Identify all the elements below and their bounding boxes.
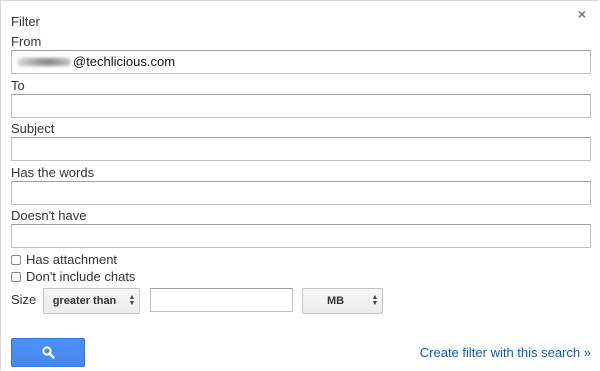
from-label: From bbox=[11, 34, 42, 49]
subject-label: Subject bbox=[11, 121, 55, 136]
from-field-value: @techlicious.com bbox=[73, 54, 176, 69]
redacted-username bbox=[17, 58, 71, 66]
create-filter-link[interactable]: Create filter with this search » bbox=[420, 345, 591, 360]
doesnt-have-field[interactable] bbox=[11, 224, 591, 248]
has-attachment-label: Has attachment bbox=[26, 252, 118, 267]
size-label: Size bbox=[11, 292, 37, 307]
up-down-arrows-icon: ▲ ▼ bbox=[128, 294, 136, 307]
to-field[interactable] bbox=[11, 94, 591, 118]
size-operator-select[interactable]: greater than ▲ ▼ bbox=[43, 288, 140, 314]
no-chats-label: Don't include chats bbox=[26, 269, 136, 284]
size-value-input[interactable] bbox=[150, 288, 293, 312]
subject-field[interactable] bbox=[11, 137, 591, 161]
has-attachment-option[interactable]: Has attachment bbox=[11, 252, 117, 267]
no-chats-option[interactable]: Don't include chats bbox=[11, 269, 135, 284]
search-icon bbox=[41, 346, 55, 359]
dialog-title: Filter bbox=[11, 14, 40, 29]
close-icon[interactable]: × bbox=[575, 7, 589, 21]
has-attachment-checkbox[interactable] bbox=[11, 254, 21, 265]
has-words-field[interactable] bbox=[11, 181, 591, 205]
from-field[interactable]: @techlicious.com bbox=[11, 50, 591, 74]
size-unit-select[interactable]: MB ▲ ▼ bbox=[302, 288, 383, 314]
size-unit-value: MB bbox=[326, 295, 345, 307]
doesnt-have-label: Doesn't have bbox=[11, 208, 87, 223]
search-button[interactable] bbox=[11, 338, 85, 367]
size-operator-value: greater than bbox=[52, 295, 117, 307]
filter-dialog: × Filter From @techlicious.com To Subjec… bbox=[0, 0, 599, 370]
to-label: To bbox=[11, 78, 25, 93]
has-words-label: Has the words bbox=[11, 165, 95, 180]
no-chats-checkbox[interactable] bbox=[11, 271, 21, 282]
up-down-arrows-icon: ▲ ▼ bbox=[371, 294, 379, 307]
